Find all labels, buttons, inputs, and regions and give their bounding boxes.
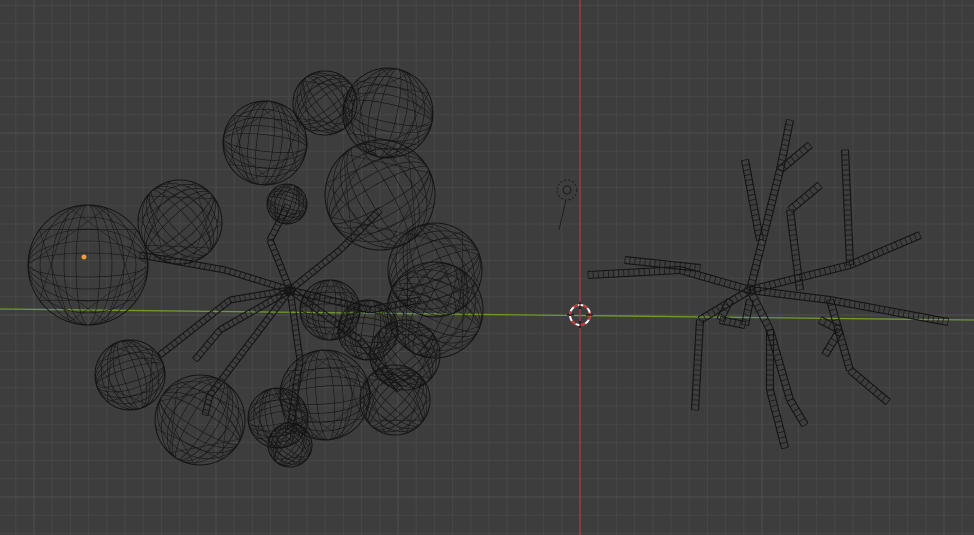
3d-viewport[interactable] xyxy=(0,0,974,535)
selected-origin-icon[interactable] xyxy=(81,254,87,260)
viewport-canvas[interactable] xyxy=(0,0,974,535)
floor-grid xyxy=(0,0,974,535)
viewport-background xyxy=(0,0,974,535)
